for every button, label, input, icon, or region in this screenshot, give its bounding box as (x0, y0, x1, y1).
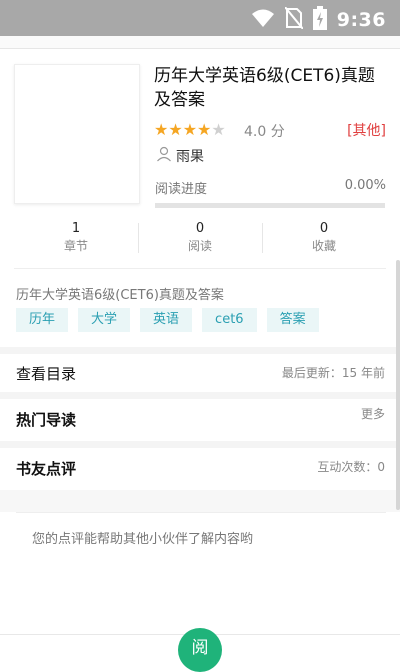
wifi-icon (251, 8, 275, 32)
stat-label: 章节 (63, 239, 88, 253)
tag-list: 历年 大学 英语 cet6 答案 (16, 308, 319, 332)
tag[interactable]: 大学 (78, 308, 131, 332)
divider (14, 268, 386, 269)
star-icon: ★ (197, 120, 212, 139)
scrollbar[interactable] (396, 260, 400, 510)
toc-title: 查看目录 (16, 365, 77, 383)
star-icon: ★ (168, 120, 183, 139)
tag[interactable]: cet6 (202, 308, 257, 332)
status-icons: 9:36 (251, 6, 386, 34)
tag[interactable]: 答案 (266, 308, 319, 332)
stat-reads: 0 阅读 (138, 220, 262, 260)
review-hint[interactable]: 您的点评能帮助其他小伙伴了解内容哟 (32, 528, 253, 547)
progress-value: 0.00% (344, 178, 386, 193)
book-stats: 1 章节 0 阅读 0 收藏 (14, 220, 386, 260)
stat-number: 0 (195, 221, 205, 236)
status-time: 9:36 (336, 9, 386, 31)
stat-chapters[interactable]: 1 章节 (14, 220, 138, 260)
star-icon: ★ (182, 120, 198, 139)
interaction-count: 互动次数：0 (317, 460, 385, 474)
divider (16, 512, 386, 513)
hot-reads-header: 热门导读 更多 (0, 399, 400, 441)
author-row[interactable]: 雨果 (156, 146, 204, 166)
author-name: 雨果 (176, 149, 204, 165)
tag[interactable]: 历年 (16, 308, 69, 332)
toc-row[interactable]: 查看目录 最后更新：15 年前 (0, 354, 400, 392)
category-label[interactable]: [其他] (347, 120, 386, 140)
stat-number: 1 (71, 221, 81, 236)
last-updated: 最后更新：15 年前 (281, 366, 385, 380)
book-title: 历年大学英语6级(CET6)真题及答案 (154, 66, 375, 110)
hot-reads-title: 热门导读 (16, 411, 77, 429)
stat-favorites[interactable]: 0 收藏 (262, 220, 386, 260)
rating-row: ★★★★★ 4.0 分 [其他] (154, 120, 386, 140)
person-icon (156, 146, 172, 166)
battery-charging-icon (312, 6, 327, 34)
app-bar (0, 36, 400, 49)
stat-label: 阅读 (187, 239, 212, 253)
rating-score: 4.0 分 (244, 124, 285, 140)
progress-label: 阅读进度 (155, 182, 208, 197)
reading-progress-bar (155, 203, 385, 208)
more-link[interactable]: 更多 (361, 405, 385, 422)
read-button[interactable]: 阅 (178, 628, 222, 672)
reviews-title: 书友点评 (16, 460, 77, 478)
section-separator (0, 441, 400, 448)
stat-number: 0 (319, 221, 329, 236)
status-bar: 9:36 (0, 0, 400, 36)
reviews-header: 书友点评 互动次数：0 (0, 448, 400, 488)
book-description: 历年大学英语6级(CET6)真题及答案 (16, 288, 224, 303)
tag[interactable]: 英语 (140, 308, 193, 332)
rating-stars: ★★★★★ (154, 120, 226, 139)
section-separator (0, 347, 400, 354)
stat-label: 收藏 (311, 239, 336, 253)
no-sim-icon (283, 6, 304, 33)
star-empty-icon: ★ (211, 120, 226, 139)
section-separator (0, 392, 400, 399)
star-icon: ★ (154, 120, 169, 139)
section-separator (0, 490, 400, 512)
book-cover[interactable] (14, 64, 140, 204)
